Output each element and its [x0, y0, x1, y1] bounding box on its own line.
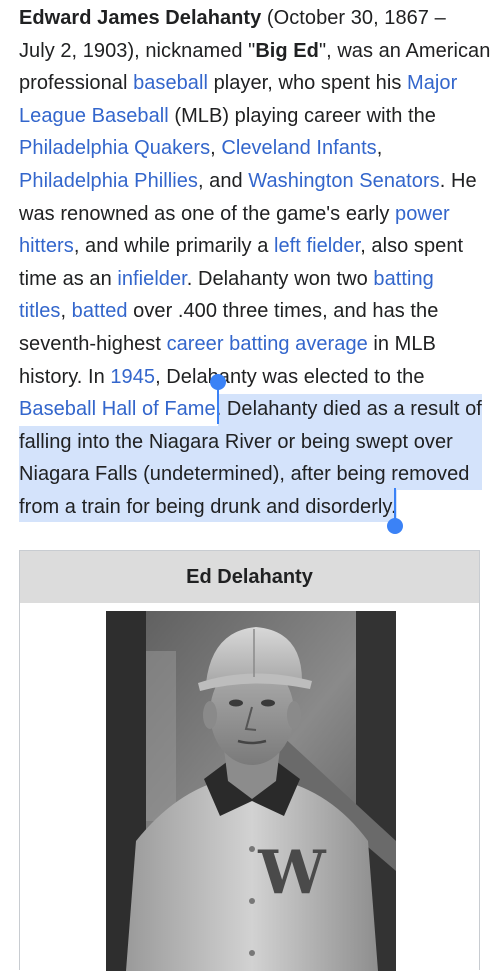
body-text: , and while primarily a: [73, 235, 274, 258]
wiki-link[interactable]: power: [395, 203, 450, 225]
body-text: , Delahanty was elected to the: [155, 365, 425, 388]
article-line: history. In 1945, Delahanty was elected …: [19, 361, 489, 394]
body-text: ,: [210, 137, 222, 160]
body-text: professional: [19, 72, 134, 95]
wiki-link[interactable]: Philadelphia Phillies: [19, 170, 198, 192]
body-text: , and: [197, 169, 249, 192]
body-text: history. In: [19, 365, 111, 388]
infobox-body: W: [20, 603, 479, 971]
selection-end-handle[interactable]: [387, 518, 403, 534]
wiki-link[interactable]: career batting average: [167, 333, 368, 355]
body-text: ", was an American: [318, 39, 491, 62]
article-line: Baseball Hall of Fame. Delahanty died as…: [19, 393, 489, 426]
body-text: seventh-highest: [19, 332, 167, 355]
article-body: Edward James Delahanty (October 30, 1867…: [19, 2, 491, 524]
selected-text[interactable]: Niagara Falls (undetermined), after bein…: [19, 463, 469, 485]
body-text: time as an: [19, 267, 118, 290]
infobox: Ed Delahanty W: [19, 550, 480, 971]
bold-term: Edward James Delahanty: [19, 7, 262, 29]
article-line: July 2, 1903), nicknamed "Big Ed", was a…: [19, 35, 491, 68]
body-text: . Delahanty won two: [186, 267, 374, 290]
article-line: titles, batted over .400 three times, an…: [19, 295, 489, 328]
selection-start-caret[interactable]: [217, 384, 219, 424]
wiki-link[interactable]: Major: [407, 72, 457, 94]
portrait-photo-icon: W: [106, 611, 396, 971]
wiki-link[interactable]: Cleveland Infants: [221, 137, 376, 159]
wiki-link[interactable]: Baseball Hall of Fame: [19, 398, 216, 420]
body-text: (MLB) playing career with the: [168, 104, 436, 127]
wiki-link[interactable]: League Baseball: [19, 105, 169, 127]
body-text: player, who spent his: [207, 72, 408, 95]
wiki-link[interactable]: batted: [72, 300, 128, 322]
article-line: from a train for being drunk and disorde…: [19, 491, 489, 524]
selected-text[interactable]: Delahanty died as a result of: [227, 398, 482, 420]
article-line: Niagara Falls (undetermined), after bein…: [19, 458, 489, 491]
wiki-link[interactable]: Washington Senators: [248, 170, 439, 192]
infobox-title: Ed Delahanty: [20, 551, 479, 603]
selected-text[interactable]: from a train for being drunk and disorde…: [19, 496, 397, 518]
wiki-link[interactable]: Philadelphia Quakers: [19, 137, 210, 159]
body-text: over .400 three times, and has the: [127, 300, 439, 323]
wiki-link[interactable]: hitters: [19, 235, 74, 257]
body-text: July 2, 1903), nicknamed ": [19, 39, 256, 62]
svg-text:W: W: [257, 838, 327, 908]
article-line: League Baseball (MLB) playing career wit…: [19, 100, 489, 133]
wiki-link[interactable]: baseball: [133, 72, 208, 94]
selected-text[interactable]: falling into the Niagara River or being …: [19, 431, 453, 453]
article-line: seventh-highest career batting average i…: [19, 328, 489, 361]
article-line: Philadelphia Quakers, Cleveland Infants,: [19, 132, 489, 165]
bold-term: Big Ed: [255, 39, 319, 62]
body-text: ,: [60, 300, 72, 323]
body-text: was renowned as one of the game's early: [19, 202, 396, 225]
article-line: was renowned as one of the game's early …: [19, 198, 489, 231]
body-text: in MLB: [367, 332, 436, 355]
article-line: Philadelphia Phillies, and Washington Se…: [19, 165, 489, 198]
body-text: (October 30, 1867 –: [261, 7, 446, 29]
body-text: ,: [376, 137, 383, 160]
article-line: falling into the Niagara River or being …: [19, 426, 489, 459]
body-text: . He: [439, 169, 477, 192]
wiki-link[interactable]: infielder: [117, 268, 186, 290]
wiki-link[interactable]: titles: [19, 300, 60, 322]
article-line: time as an infielder. Delahanty won two …: [19, 263, 489, 296]
body-text: , also spent: [360, 235, 464, 258]
wiki-link[interactable]: batting: [373, 268, 433, 290]
wiki-link[interactable]: left fielder: [274, 235, 360, 257]
wiki-link[interactable]: 1945: [110, 366, 155, 388]
player-portrait-photo[interactable]: W: [106, 611, 396, 971]
article-line: professional baseball player, who spent …: [19, 67, 489, 100]
article-line: Edward James Delahanty (October 30, 1867…: [19, 2, 489, 35]
article-line: hitters, and while primarily a left fiel…: [19, 230, 489, 263]
